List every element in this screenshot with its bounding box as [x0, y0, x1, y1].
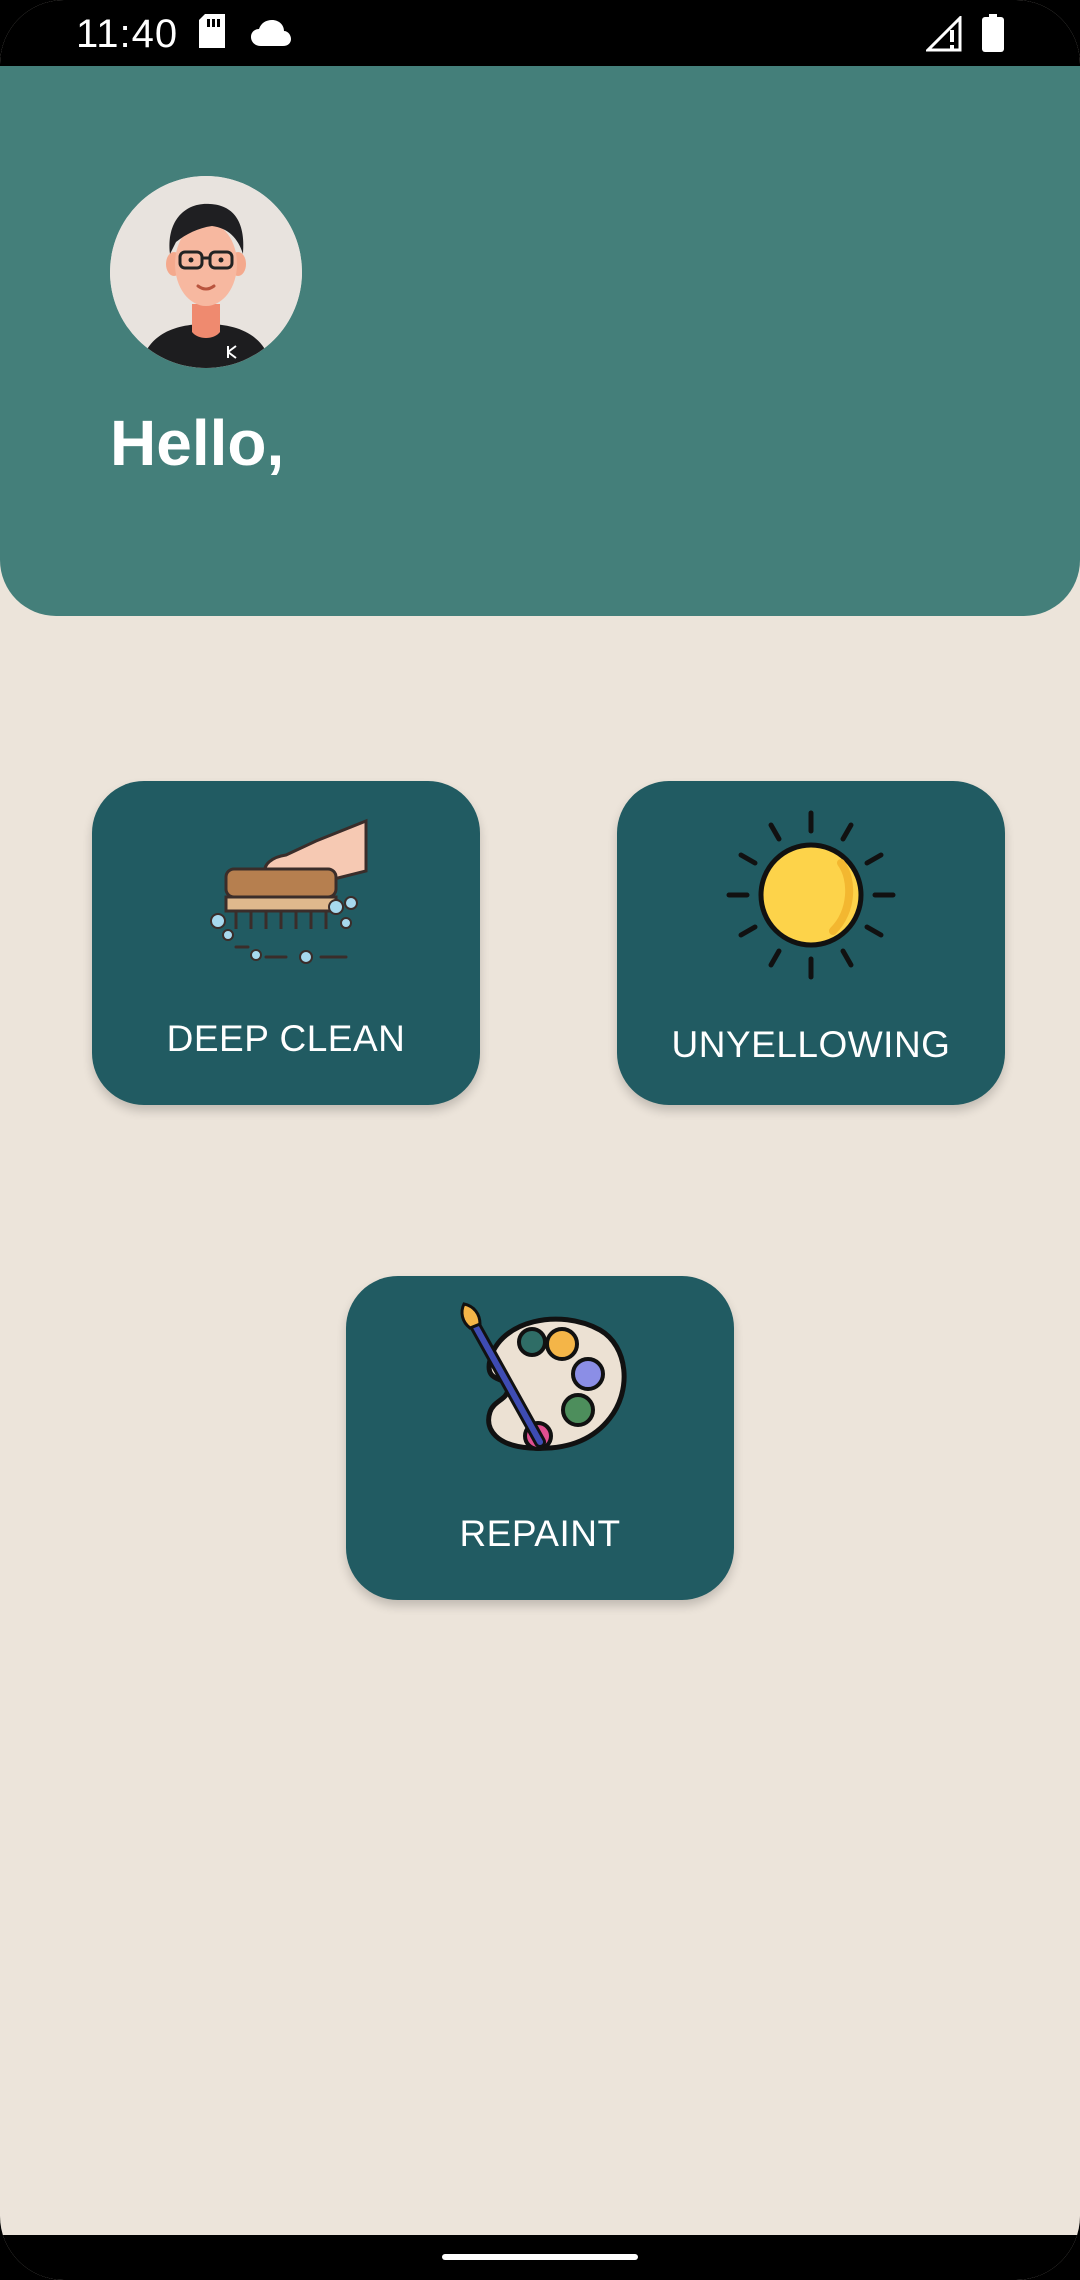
cloud-icon — [251, 20, 291, 51]
navigation-bar — [0, 2235, 1080, 2280]
status-time: 11:40 — [76, 12, 179, 56]
sun-icon — [721, 805, 901, 990]
repaint-card[interactable]: REPAINT — [346, 1276, 734, 1600]
status-bar: 11:40 — [0, 0, 1080, 66]
palette-icon — [450, 1300, 630, 1475]
unyellowing-label: UNYELLOWING — [671, 1024, 951, 1065]
brush-icon — [196, 811, 376, 986]
user-avatar-icon[interactable] — [110, 176, 302, 368]
deep-clean-card[interactable]: DEEP CLEAN — [92, 781, 480, 1105]
signal-icon — [924, 14, 962, 57]
home-gesture-handle[interactable] — [442, 2254, 638, 2260]
repaint-label: REPAINT — [459, 1513, 621, 1554]
sd-card-icon — [197, 14, 227, 55]
deep-clean-label: DEEP CLEAN — [166, 1018, 406, 1059]
app-screen: 11:40 Hello, DEEP CLEAN UNYELLOWING REPA… — [0, 0, 1080, 2280]
battery-icon — [982, 14, 1004, 57]
greeting-text: Hello, — [110, 407, 285, 479]
unyellowing-card[interactable]: UNYELLOWING — [617, 781, 1005, 1105]
